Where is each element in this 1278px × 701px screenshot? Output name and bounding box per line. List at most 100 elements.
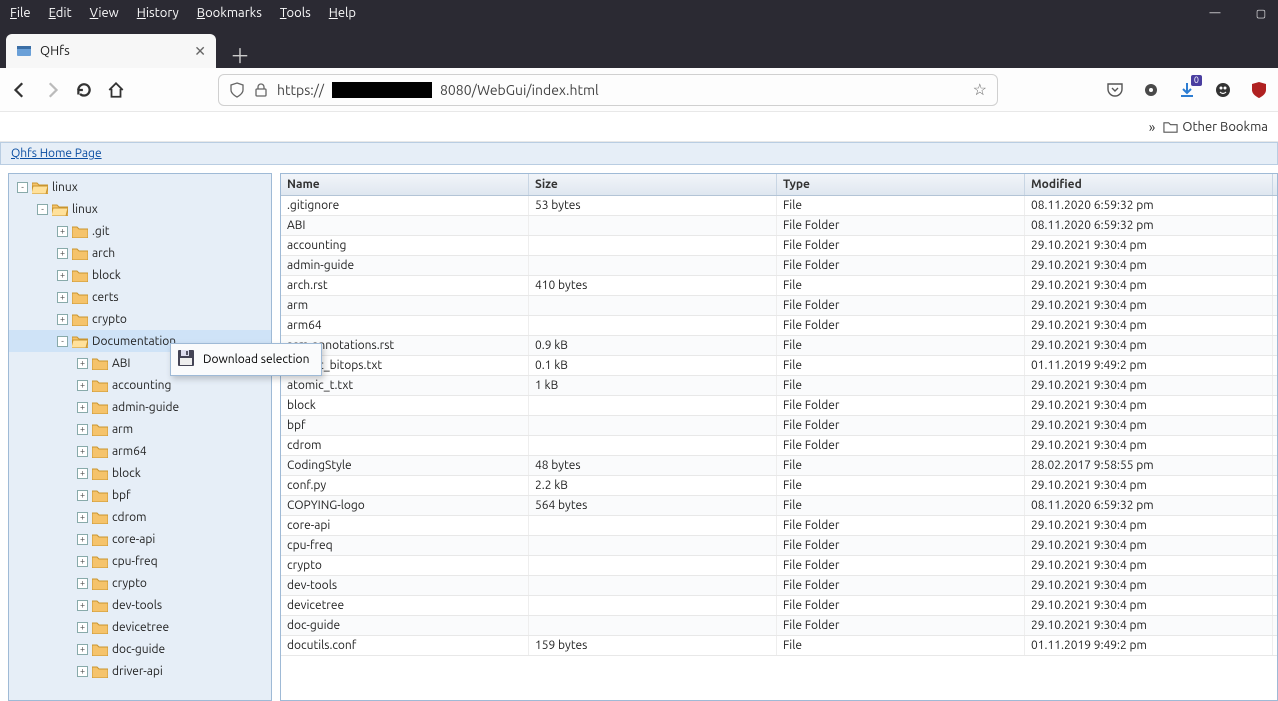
home-button[interactable] xyxy=(106,80,126,100)
table-row[interactable]: ABIFile Folder08.11.2020 6:59:32 pm xyxy=(281,216,1277,236)
tree-expander-icon[interactable]: + xyxy=(57,248,68,259)
tree-node-driver-api[interactable]: +driver-api xyxy=(9,660,271,682)
tree-node--git[interactable]: +.git xyxy=(9,220,271,242)
table-row[interactable]: cryptoFile Folder29.10.2021 9:30:4 pm xyxy=(281,556,1277,576)
table-row[interactable]: atomic_t.txt1 kBFile29.10.2021 9:30:4 pm xyxy=(281,376,1277,396)
table-row[interactable]: accountingFile Folder29.10.2021 9:30:4 p… xyxy=(281,236,1277,256)
tree-expander-icon[interactable]: + xyxy=(57,292,68,303)
reload-button[interactable] xyxy=(74,80,94,100)
tree-expander-icon[interactable]: + xyxy=(77,644,88,655)
table-row[interactable]: CodingStyle48 bytesFile28.02.2017 9:58:5… xyxy=(281,456,1277,476)
table-row[interactable]: .gitignore53 bytesFile08.11.2020 6:59:32… xyxy=(281,196,1277,216)
tree-node-linux[interactable]: -linux xyxy=(9,176,271,198)
table-row[interactable]: conf.py2.2 kBFile29.10.2021 9:30:4 pm xyxy=(281,476,1277,496)
table-row[interactable]: admin-guideFile Folder29.10.2021 9:30:4 … xyxy=(281,256,1277,276)
grid-header[interactable]: NameSizeTypeModified xyxy=(281,174,1277,196)
grid-body[interactable]: .gitignore53 bytesFile08.11.2020 6:59:32… xyxy=(281,196,1277,700)
breadcrumb-home-link[interactable]: Qhfs Home Page xyxy=(11,147,102,160)
table-row[interactable]: cdromFile Folder29.10.2021 9:30:4 pm xyxy=(281,436,1277,456)
tree-node-crypto[interactable]: +crypto xyxy=(9,308,271,330)
other-bookmarks-button[interactable]: Other Bookma xyxy=(1163,119,1268,134)
table-row[interactable]: bpfFile Folder29.10.2021 9:30:4 pm xyxy=(281,416,1277,436)
tree-expander-icon[interactable]: - xyxy=(57,336,68,347)
table-row[interactable]: arch.rst410 bytesFile29.10.2021 9:30:4 p… xyxy=(281,276,1277,296)
menu-file[interactable]: File xyxy=(10,6,31,20)
bookmarks-overflow-icon[interactable]: » xyxy=(1149,119,1156,135)
tree-node-bpf[interactable]: +bpf xyxy=(9,484,271,506)
downloads-icon[interactable]: 0 xyxy=(1178,81,1196,99)
menu-help[interactable]: Help xyxy=(329,6,356,20)
tree-expander-icon[interactable]: + xyxy=(77,424,88,435)
tree-expander-icon[interactable]: - xyxy=(17,182,28,193)
tree-node-arm64[interactable]: +arm64 xyxy=(9,440,271,462)
lock-icon[interactable] xyxy=(253,82,269,98)
bookmark-star-icon[interactable]: ☆ xyxy=(973,80,987,99)
context-download-selection[interactable]: Download selection xyxy=(173,346,319,373)
table-row[interactable]: armFile Folder29.10.2021 9:30:4 pm xyxy=(281,296,1277,316)
new-tab-button[interactable]: ＋ xyxy=(226,40,254,68)
tree-node-devicetree[interactable]: +devicetree xyxy=(9,616,271,638)
window-minimize-icon[interactable]: ― xyxy=(1208,6,1222,20)
tree-node-cpu-freq[interactable]: +cpu-freq xyxy=(9,550,271,572)
browser-tab[interactable]: QHfs ✕ xyxy=(6,34,216,68)
tree-expander-icon[interactable]: + xyxy=(77,666,88,677)
tree-expander-icon[interactable]: + xyxy=(77,446,88,457)
tree-expander-icon[interactable]: + xyxy=(77,402,88,413)
back-button[interactable] xyxy=(10,80,30,100)
column-header-modified[interactable]: Modified xyxy=(1025,174,1273,195)
menu-history[interactable]: History xyxy=(137,6,179,20)
pocket-icon[interactable] xyxy=(1106,81,1124,99)
menu-tools[interactable]: Tools xyxy=(280,6,311,20)
tree-node-crypto[interactable]: +crypto xyxy=(9,572,271,594)
tree-node-core-api[interactable]: +core-api xyxy=(9,528,271,550)
tree-panel[interactable]: -linux-linux+.git+arch+block+certs+crypt… xyxy=(8,173,272,701)
tree-node-block[interactable]: +block xyxy=(9,462,271,484)
column-header-type[interactable]: Type xyxy=(777,174,1025,195)
table-row[interactable]: atomic_bitops.txt0.1 kBFile01.11.2019 9:… xyxy=(281,356,1277,376)
table-row[interactable]: docutils.conf159 bytesFile01.11.2019 9:4… xyxy=(281,636,1277,656)
table-row[interactable]: asm-annotations.rst0.9 kBFile29.10.2021 … xyxy=(281,336,1277,356)
extension-icon[interactable] xyxy=(1214,81,1232,99)
tree-expander-icon[interactable]: + xyxy=(77,358,88,369)
tree-expander-icon[interactable]: + xyxy=(77,600,88,611)
tree-expander-icon[interactable]: + xyxy=(77,512,88,523)
column-header-name[interactable]: Name xyxy=(281,174,529,195)
table-row[interactable]: arm64File Folder29.10.2021 9:30:4 pm xyxy=(281,316,1277,336)
table-row[interactable]: blockFile Folder29.10.2021 9:30:4 pm xyxy=(281,396,1277,416)
tree-expander-icon[interactable]: + xyxy=(77,490,88,501)
forward-button[interactable] xyxy=(42,80,62,100)
tab-close-icon[interactable]: ✕ xyxy=(194,43,206,60)
tree-node-block[interactable]: +block xyxy=(9,264,271,286)
window-maximize-icon[interactable]: ▢ xyxy=(1254,6,1268,20)
tree-node-doc-guide[interactable]: +doc-guide xyxy=(9,638,271,660)
tree-expander-icon[interactable]: + xyxy=(77,556,88,567)
tree-node-dev-tools[interactable]: +dev-tools xyxy=(9,594,271,616)
tree-expander-icon[interactable]: + xyxy=(77,578,88,589)
tree-expander-icon[interactable]: + xyxy=(57,270,68,281)
table-row[interactable]: cpu-freqFile Folder29.10.2021 9:30:4 pm xyxy=(281,536,1277,556)
shield-icon[interactable] xyxy=(229,82,245,98)
menu-edit[interactable]: Edit xyxy=(49,6,72,20)
tree-expander-icon[interactable]: + xyxy=(57,226,68,237)
tree-node-arm[interactable]: +arm xyxy=(9,418,271,440)
table-row[interactable]: COPYING-logo564 bytesFile08.11.2020 6:59… xyxy=(281,496,1277,516)
tree-node-arch[interactable]: +arch xyxy=(9,242,271,264)
tree-node-certs[interactable]: +certs xyxy=(9,286,271,308)
table-row[interactable]: doc-guideFile Folder29.10.2021 9:30:4 pm xyxy=(281,616,1277,636)
tree-node-cdrom[interactable]: +cdrom xyxy=(9,506,271,528)
tree-node-accounting[interactable]: +accounting xyxy=(9,374,271,396)
table-row[interactable]: core-apiFile Folder29.10.2021 9:30:4 pm xyxy=(281,516,1277,536)
tree-expander-icon[interactable]: + xyxy=(77,622,88,633)
table-row[interactable]: dev-toolsFile Folder29.10.2021 9:30:4 pm xyxy=(281,576,1277,596)
eye-icon[interactable] xyxy=(1142,81,1160,99)
tree-expander-icon[interactable]: + xyxy=(77,534,88,545)
column-header-size[interactable]: Size xyxy=(529,174,777,195)
tree-expander-icon[interactable]: + xyxy=(57,314,68,325)
menu-bookmarks[interactable]: Bookmarks xyxy=(197,6,262,20)
tree-expander-icon[interactable]: + xyxy=(77,468,88,479)
tree-expander-icon[interactable]: + xyxy=(77,380,88,391)
tree-expander-icon[interactable]: - xyxy=(37,204,48,215)
url-bar[interactable]: https://8080/WebGui/index.html ☆ xyxy=(218,74,998,106)
tree-node-linux[interactable]: -linux xyxy=(9,198,271,220)
menu-view[interactable]: View xyxy=(90,6,119,20)
